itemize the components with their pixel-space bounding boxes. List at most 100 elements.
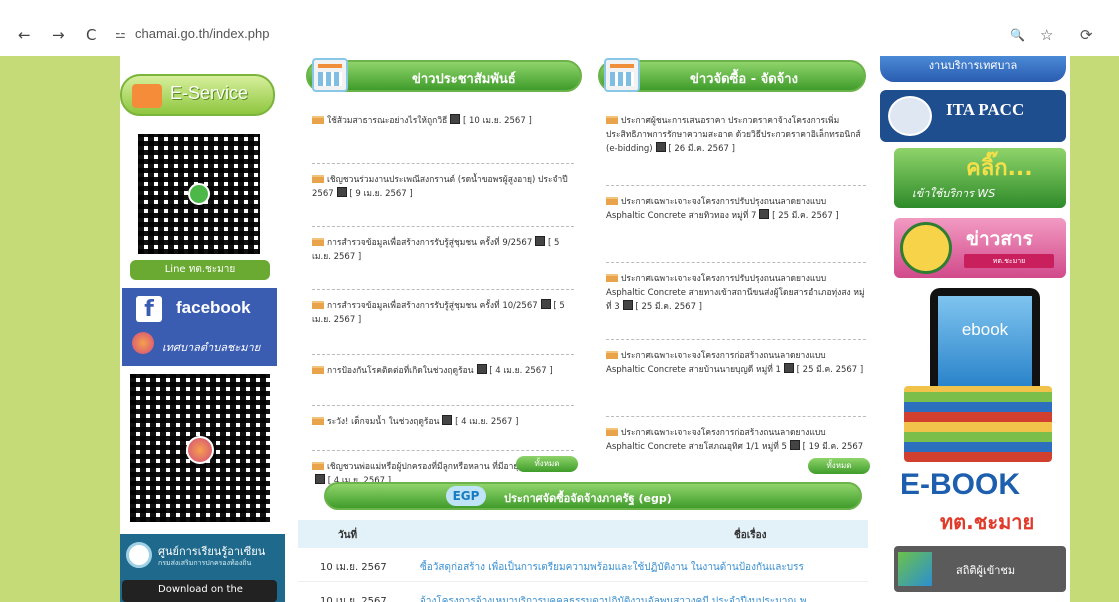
extension-icon[interactable]: ⟳ bbox=[1080, 26, 1093, 44]
list-item[interactable]: ใช้ส้วมสาธารณะอย่างไรให้ถูกวิธี [ 10 เม.… bbox=[312, 114, 574, 164]
visitor-stats-banner[interactable]: สถิติผู้เข้าชม bbox=[894, 546, 1066, 592]
item-title[interactable]: การป้องกันโรคติดต่อที่เกิดในช่วงฤดูร้อน bbox=[327, 366, 474, 376]
appstore-button[interactable]: Download on the bbox=[122, 580, 277, 602]
item-date: [ 9 เม.ย. 2567 ] bbox=[349, 189, 413, 199]
procurement-title: ข่าวจัดซื้อ - จัดจ้าง bbox=[690, 72, 798, 87]
folder-icon bbox=[312, 238, 324, 246]
back-button[interactable]: ← bbox=[18, 26, 31, 44]
main-content: ข่าวประชาสัมพันธ์ ข่าวจัดซื้อ - จัดจ้าง … bbox=[290, 56, 870, 602]
chart-icon bbox=[898, 552, 932, 586]
click-subtitle: เข้าใช้บริการ WS bbox=[912, 187, 996, 200]
eservice-icon bbox=[132, 84, 162, 108]
address-bar[interactable]: chamai.go.th/index.php bbox=[135, 26, 269, 41]
folder-icon bbox=[606, 351, 618, 359]
item-date: [ 10 เม.ย. 2567 ] bbox=[462, 116, 532, 126]
folder-icon bbox=[312, 175, 324, 183]
news-list: ใช้ส้วมสาธารณะอย่างไรให้ถูกวิธี [ 10 เม.… bbox=[312, 114, 574, 505]
page-content: E-Service Line ทต.ชะมาย f facebook เทศบา… bbox=[0, 56, 1119, 602]
procurement-header-icon bbox=[604, 58, 640, 92]
document-icon bbox=[450, 114, 461, 124]
table-row[interactable]: 10 เม.ย. 2567 จ้างโครงการจ้างเหมาบริการบ… bbox=[298, 582, 868, 602]
right-background bbox=[1070, 56, 1119, 602]
folder-icon bbox=[312, 116, 324, 124]
site-info-icon[interactable]: ⚍ bbox=[115, 27, 126, 41]
egp-table: วันที่ ชื่อเรื่อง 10 เม.ย. 2567 ซื้อวัสด… bbox=[298, 520, 868, 602]
news-banner-subtitle: ทต.ชะมาย bbox=[964, 254, 1054, 268]
document-icon bbox=[535, 236, 546, 246]
qr-center-logo-icon bbox=[186, 436, 214, 464]
line-label[interactable]: Line ทต.ชะมาย bbox=[130, 260, 270, 280]
procurement-all-button[interactable]: ทั้งหมด bbox=[808, 458, 870, 474]
line-logo-icon bbox=[188, 183, 210, 205]
click-title: คลิ๊ก... bbox=[966, 156, 1033, 181]
folder-icon bbox=[606, 116, 618, 124]
list-item[interactable]: การป้องกันโรคติดต่อที่เกิดในช่วงฤดูร้อน … bbox=[312, 364, 574, 406]
nacc-seal-icon bbox=[888, 96, 932, 136]
ita-banner[interactable]: ITA PACC bbox=[880, 90, 1066, 142]
facebook-banner[interactable]: f facebook เทศบาลตำบลชะมาย bbox=[122, 288, 277, 366]
list-item[interactable]: การสำรวจข้อมูลเพื่อสร้างการรับรู้สู่ชุมช… bbox=[312, 236, 574, 290]
ws-service-banner[interactable]: คลิ๊ก... เข้าใช้บริการ WS bbox=[894, 148, 1066, 208]
ita-label: ITA PACC bbox=[946, 100, 1025, 119]
news-banner[interactable]: ข่าวสาร ทต.ชะมาย bbox=[894, 218, 1066, 278]
row-subject-link[interactable]: จ้างโครงการจ้างเหมาบริการบุคคลธรรมดาปฏิบ… bbox=[420, 594, 860, 602]
eservice-button[interactable]: E-Service bbox=[120, 74, 275, 116]
folder-icon bbox=[606, 197, 618, 205]
document-icon bbox=[476, 364, 487, 374]
list-item[interactable]: ประกาศเฉพาะเจาะจงโครงการปรับปรุงถนนลาดยา… bbox=[606, 272, 866, 340]
row-subject-link[interactable]: ซื้อวัสดุก่อสร้าง เพื่อเป็นการเตรียมความ… bbox=[420, 560, 860, 575]
item-date: [ 26 มี.ค. 2567 ] bbox=[668, 144, 735, 154]
col-subject: ชื่อเรื่อง bbox=[734, 530, 767, 541]
eservice-label: E-Service bbox=[170, 83, 249, 103]
item-title[interactable]: ใช้ส้วมสาธารณะอย่างไรให้ถูกวิธี bbox=[327, 116, 447, 126]
facebook-icon: f bbox=[136, 296, 162, 322]
forward-button[interactable]: → bbox=[52, 26, 65, 44]
list-item[interactable]: เชิญชวนร่วมงานประเพณีสงกรานต์ (รดน้ำขอพร… bbox=[312, 173, 574, 227]
document-icon bbox=[540, 299, 551, 309]
news-banner-title: ข่าวสาร bbox=[966, 228, 1033, 250]
bookmark-star-icon[interactable]: ☆ bbox=[1040, 26, 1053, 44]
news-all-button[interactable]: ทั้งหมด bbox=[516, 456, 578, 472]
ebook-title[interactable]: E-BOOK bbox=[900, 468, 1020, 502]
zoom-icon[interactable]: 🔍 bbox=[1010, 28, 1025, 42]
ebook-screen: ebook bbox=[938, 296, 1032, 400]
service-banner[interactable]: งานบริการเทศบาล bbox=[880, 56, 1066, 82]
folder-icon bbox=[312, 417, 324, 425]
item-date: [ 25 มี.ค. 2567 ] bbox=[635, 302, 703, 312]
table-header: วันที่ ชื่อเรื่อง bbox=[298, 520, 868, 548]
municipality-logo-icon bbox=[132, 332, 154, 354]
row-date: 10 เม.ย. 2567 bbox=[320, 562, 387, 573]
reload-button[interactable]: C bbox=[86, 26, 96, 44]
egp-logo: EGP bbox=[446, 486, 486, 506]
document-icon bbox=[622, 300, 633, 310]
procurement-list: ประกาศผู้ชนะการเสนอราคา ประกวดราคาจ้างโค… bbox=[606, 114, 866, 465]
line-qr-code bbox=[138, 134, 260, 254]
document-icon bbox=[789, 440, 800, 450]
facebook-page-name: เทศบาลตำบลชะมาย bbox=[162, 341, 261, 354]
document-icon bbox=[336, 187, 347, 197]
procurement-header: ข่าวจัดซื้อ - จัดจ้าง bbox=[598, 58, 866, 92]
col-date: วันที่ bbox=[338, 530, 358, 541]
asean-logo-icon bbox=[126, 542, 152, 568]
document-icon bbox=[655, 142, 666, 152]
document-icon bbox=[315, 474, 325, 484]
egp-header: EGP ประกาศจัดซื้อจัดจ้างภาครัฐ (egp) bbox=[324, 482, 862, 510]
list-item[interactable]: ประกาศผู้ชนะการเสนอราคา ประกวดราคาจ้างโค… bbox=[606, 114, 866, 186]
list-item[interactable]: การสำรวจข้อมูลเพื่อสร้างการรับรู้สู่ชุมช… bbox=[312, 299, 574, 355]
egp-title: ประกาศจัดซื้อจัดจ้างภาครัฐ (egp) bbox=[504, 492, 672, 505]
folder-icon bbox=[606, 428, 618, 436]
list-item[interactable]: ประกาศเฉพาะเจาะจงโครงการก่อสร้างถนนลาดยา… bbox=[606, 349, 866, 417]
books-icon bbox=[904, 386, 1052, 462]
table-row[interactable]: 10 เม.ย. 2567 ซื้อวัสดุก่อสร้าง เพื่อเป็… bbox=[298, 548, 868, 582]
item-title[interactable]: ระวัง! เด็กจมน้ำ ในช่วงฤดูร้อน bbox=[327, 417, 439, 427]
municipality-seal-icon bbox=[900, 222, 952, 274]
list-item[interactable]: ระวัง! เด็กจมน้ำ ในช่วงฤดูร้อน [ 4 เม.ย.… bbox=[312, 415, 574, 451]
list-item[interactable]: ประกาศเฉพาะเจาะจงโครงการปรับปรุงถนนลาดยา… bbox=[606, 195, 866, 263]
stats-label: สถิติผู้เข้าชม bbox=[956, 564, 1016, 577]
folder-icon bbox=[606, 274, 618, 282]
left-background bbox=[0, 56, 120, 602]
item-title[interactable]: การสำรวจข้อมูลเพื่อสร้างการรับรู้สู่ชุมช… bbox=[327, 238, 532, 248]
item-title[interactable]: การสำรวจข้อมูลเพื่อสร้างการรับรู้สู่ชุมช… bbox=[327, 301, 538, 311]
news-title: ข่าวประชาสัมพันธ์ bbox=[412, 72, 516, 87]
list-item[interactable]: ประกาศเฉพาะเจาะจงโครงการก่อสร้างถนนลาดยา… bbox=[606, 426, 866, 456]
